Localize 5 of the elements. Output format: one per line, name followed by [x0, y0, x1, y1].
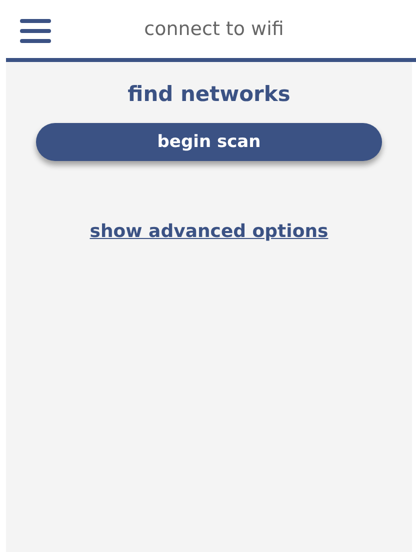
page-title: connect to wifi	[144, 18, 284, 40]
section-heading: find networks	[128, 82, 290, 106]
advanced-options-link[interactable]: show advanced options	[90, 221, 328, 242]
menu-icon[interactable]	[20, 19, 51, 43]
scan-button[interactable]: begin scan	[36, 123, 382, 161]
